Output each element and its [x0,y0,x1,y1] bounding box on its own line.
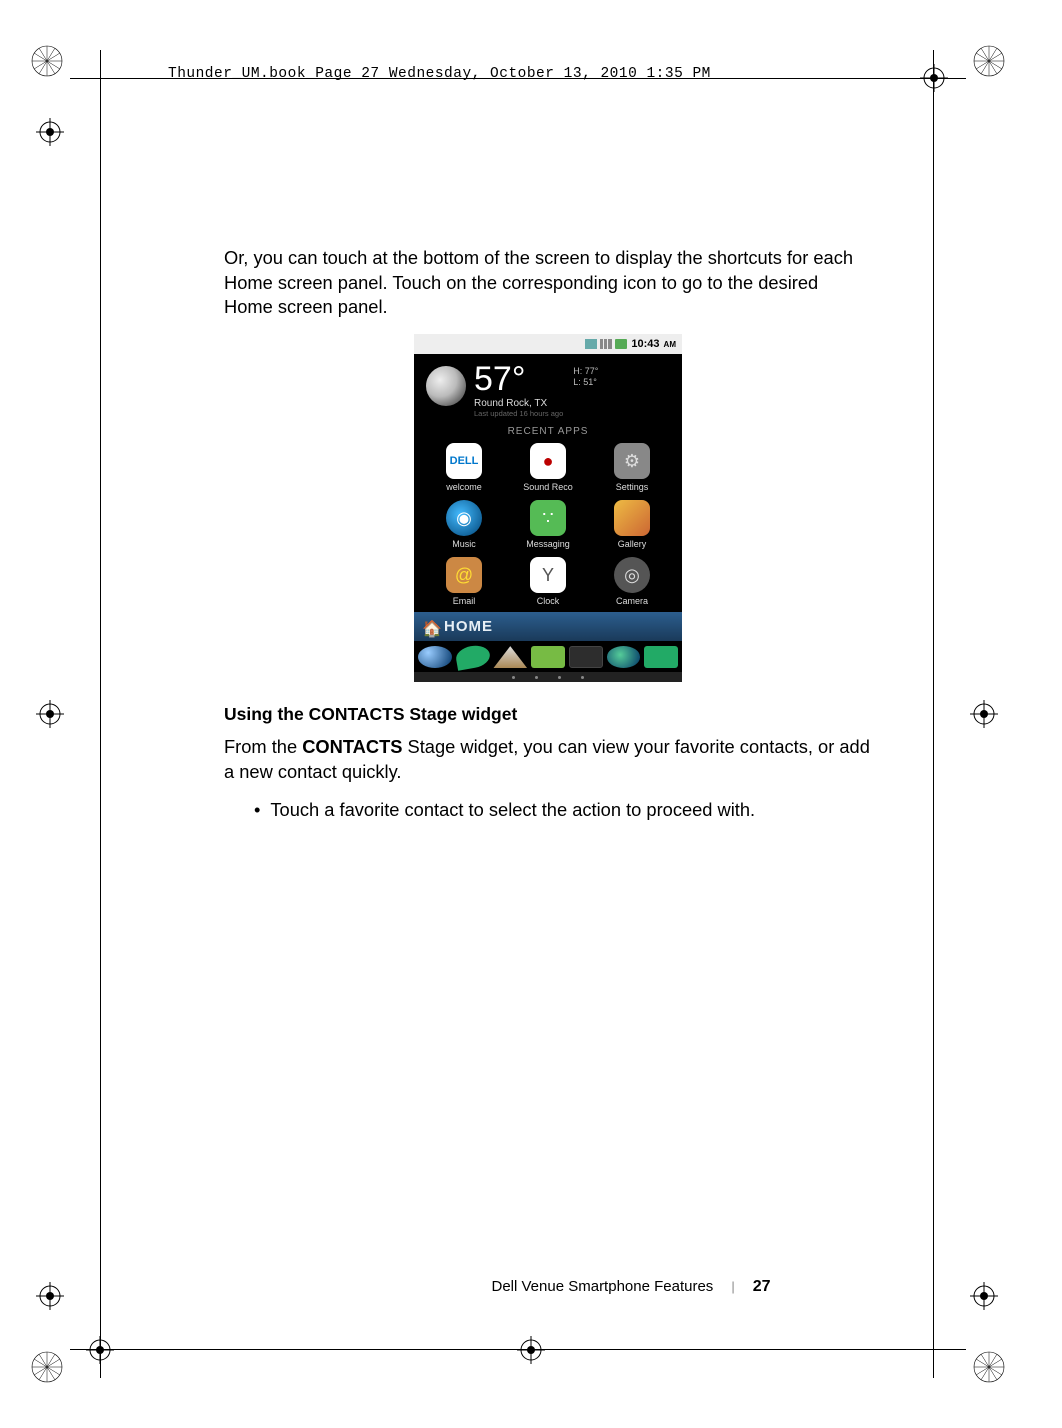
weather-updated: Last updated 16 hours ago [474,409,563,418]
app-messaging[interactable]: ∵Messaging [508,500,588,549]
footer-page-number: 27 [753,1278,771,1296]
bullet-item: • Touch a favorite contact to select the… [254,798,872,823]
music-icon: ◉ [446,500,482,536]
target-icon [920,64,948,92]
clock-icon: Y [530,557,566,593]
target-icon [86,1336,114,1364]
microphone-icon: ● [530,443,566,479]
app-sound-recorder[interactable]: ●Sound Reco [508,443,588,492]
phone-nav-bar [414,672,682,682]
pager-dot-2[interactable] [454,643,491,671]
pager-dot-1[interactable] [418,646,452,668]
app-settings[interactable]: ⚙Settings [592,443,672,492]
pager-dot-5[interactable] [569,646,603,668]
page-footer: Dell Venue Smartphone Features | 27 [0,1278,1062,1297]
registration-mark-br [972,1350,1006,1384]
bullet-icon: • [254,798,260,823]
camera-icon: ◎ [614,557,650,593]
battery-icon [615,339,627,349]
app-welcome[interactable]: DELLwelcome [424,443,504,492]
app-email[interactable]: @Email [424,557,504,606]
app-clock[interactable]: YClock [508,557,588,606]
weather-temp: 57° [474,362,563,396]
crop-line-left [100,50,101,1378]
target-icon [36,700,64,728]
settings-icon: ⚙ [614,443,650,479]
page-content: Or, you can touch at the bottom of the s… [224,246,872,823]
signal-icon [600,339,612,349]
app-camera[interactable]: ◎Camera [592,557,672,606]
paragraph-intro: Or, you can touch at the bottom of the s… [224,246,872,320]
status-time: 10:43 [631,338,659,350]
crop-line-right [933,50,934,1378]
network-icon [585,339,597,349]
weather-widget: 57° Round Rock, TX Last updated 16 hours… [420,360,676,422]
app-gallery[interactable]: Gallery [592,500,672,549]
registration-mark-tl [30,44,64,78]
phone-screenshot: 10:43 AM 57° Round Rock, TX Last updated… [224,334,872,682]
pager-dot-6[interactable] [607,646,641,668]
weather-location: Round Rock, TX [474,398,563,409]
email-icon: @ [446,557,482,593]
gallery-icon [614,500,650,536]
pager-dot-3[interactable] [493,646,527,668]
running-head: Thunder_UM.book Page 27 Wednesday, Octob… [168,66,711,82]
pager-dot-7[interactable] [644,646,678,668]
paragraph-contacts: From the CONTACTS Stage widget, you can … [224,735,872,784]
target-icon [970,700,998,728]
recent-apps-label: RECENT APPS [420,426,676,437]
app-music[interactable]: ◉Music [424,500,504,549]
status-bar: 10:43 AM [414,334,682,354]
footer-section-title: Dell Venue Smartphone Features [492,1278,714,1295]
registration-mark-tr [972,44,1006,78]
home-icon: 🏠 [422,619,438,635]
moon-icon [426,366,466,406]
subheading-contacts-widget: Using the CONTACTS Stage widget [224,704,872,725]
weather-hi: H: 77° [573,366,598,377]
registration-mark-bl [30,1350,64,1384]
welcome-icon: DELL [446,443,482,479]
target-icon [517,1336,545,1364]
messaging-icon: ∵ [530,500,566,536]
footer-separator: | [731,1279,734,1294]
weather-lo: L: 51° [573,377,598,388]
pager-dot-4[interactable] [531,646,565,668]
status-ampm: AM [664,340,676,349]
target-icon [36,118,64,146]
app-grid: DELLwelcome ●Sound Reco ⚙Settings ◉Music… [420,443,676,612]
home-panel-pager [414,641,682,672]
home-panel-label[interactable]: 🏠 HOME [414,612,682,641]
